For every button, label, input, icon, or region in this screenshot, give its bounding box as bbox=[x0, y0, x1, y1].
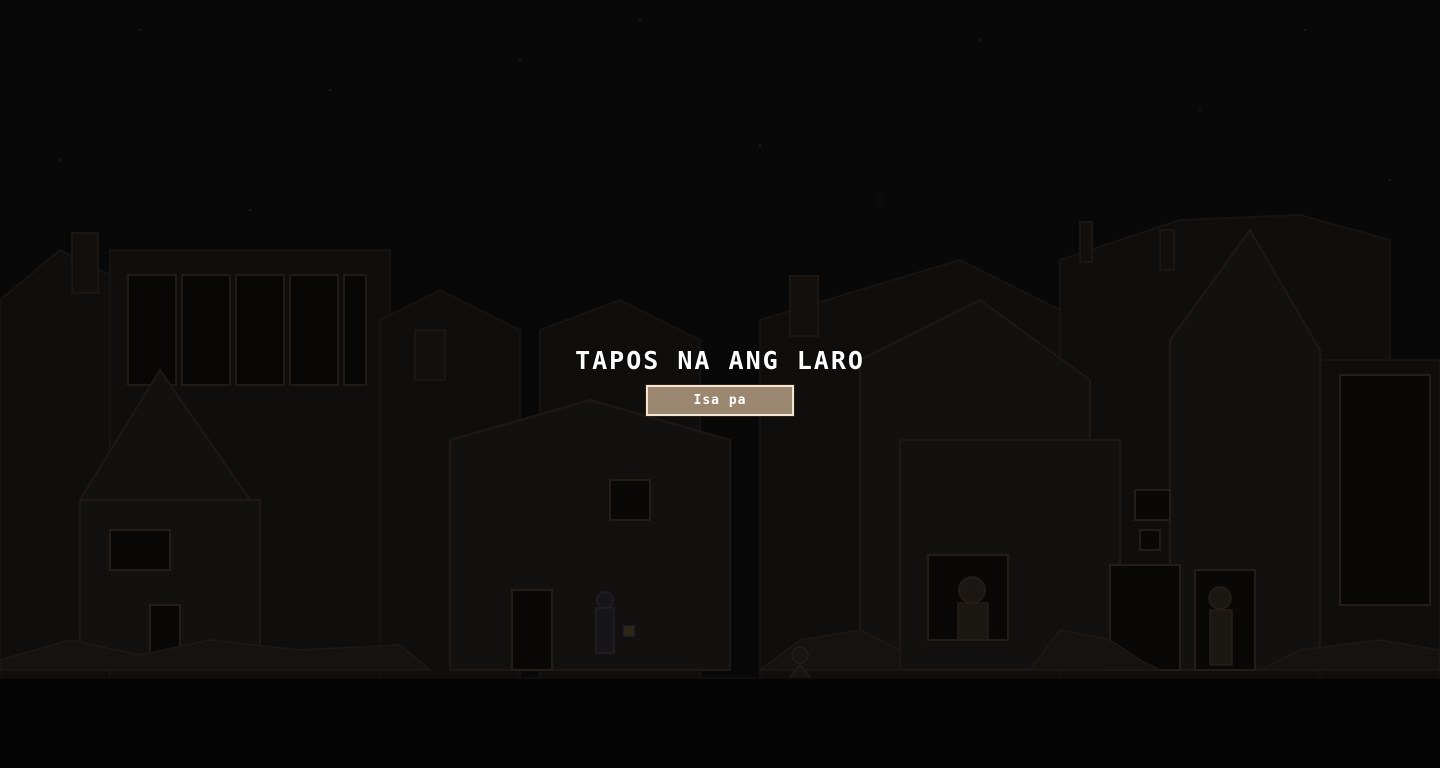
character-at-door bbox=[1208, 586, 1233, 666]
ground bbox=[0, 678, 1440, 768]
retry-button[interactable]: Isa pa bbox=[645, 384, 795, 417]
game-over-panel: TAPOS NA ANG LARO Isa pa bbox=[0, 344, 1440, 417]
game-scene: TAPOS NA ANG LARO Isa pa bbox=[0, 0, 1440, 768]
character-bearded-man bbox=[957, 576, 989, 641]
game-over-title: TAPOS NA ANG LARO bbox=[575, 346, 865, 375]
